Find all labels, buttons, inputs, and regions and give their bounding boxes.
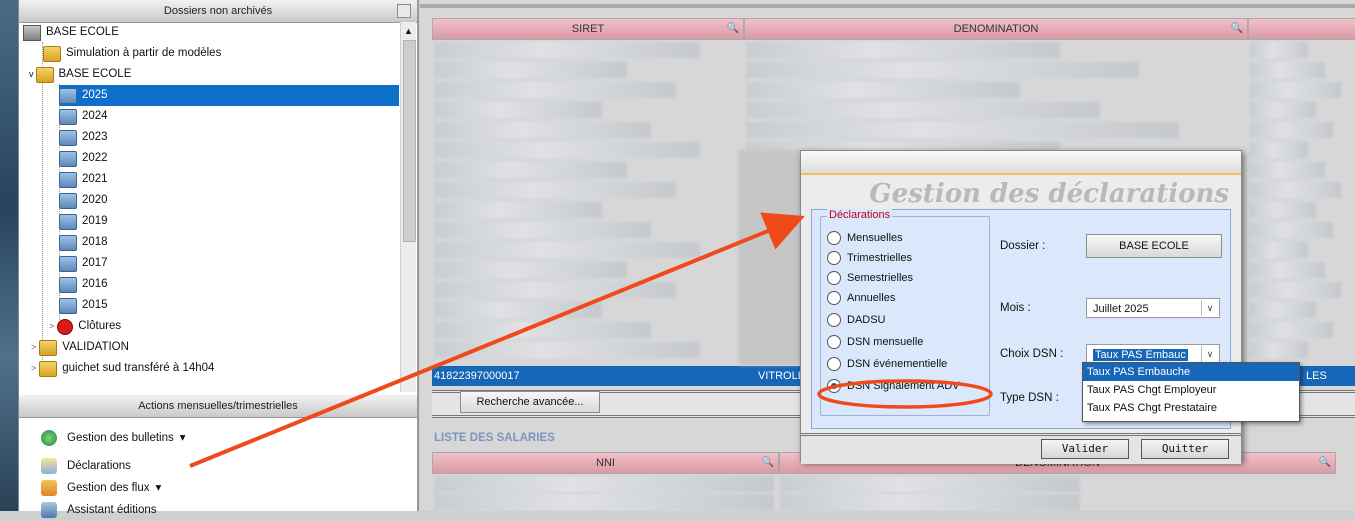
annotation-arrow [189,212,805,468]
annotation-overlay [189,212,993,468]
annotation-circle [817,379,993,409]
